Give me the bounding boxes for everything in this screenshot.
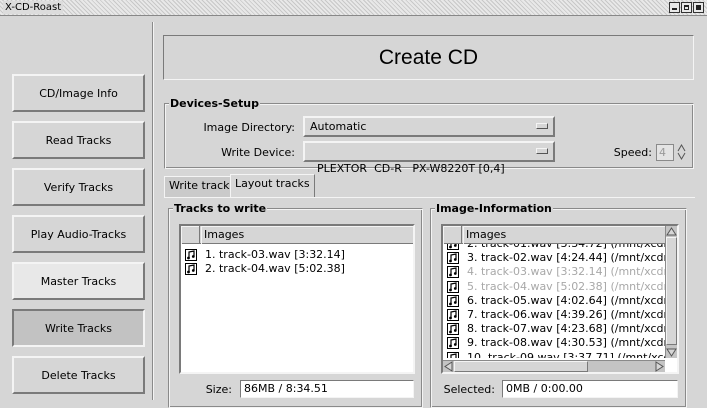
speed-input[interactable]: 4 [656,144,674,161]
image-directory-select[interactable]: Automatic [303,116,555,137]
scroll-up-icon[interactable] [666,226,677,237]
list-header-images[interactable]: Images [201,226,413,244]
track-label: 5. track-04.wav [5:02.38] (/mnt/xcdroa [467,280,665,294]
write-device-select[interactable]: PLEXTOR CD-R PX-W8220T [0,4] [303,141,555,162]
size-label: Size: [190,383,232,396]
close-icon[interactable] [693,2,704,13]
tracks-to-write-list[interactable]: Images 1. track-03.wav [3:32.14] 2. trac… [179,224,415,374]
music-note-icon [185,249,197,261]
page-header: Create CD [163,35,694,80]
scroll-down-icon[interactable] [666,347,677,358]
music-note-icon [447,352,459,358]
scroll-thumb[interactable] [454,361,588,372]
write-device-label: Write Device: [190,146,295,159]
music-note-icon [447,244,459,250]
tab-write-tracks[interactable]: Write tracks [164,176,240,197]
tab-layout-tracks[interactable]: Layout tracks [230,174,315,197]
track-label: 2. track-01.wav [3:34.72] (/mnt/xcdroa [467,244,665,251]
delete-tracks-button[interactable]: Delete Tracks [12,356,145,394]
track-label: 2. track-04.wav [5:02.38] [205,262,345,276]
selected-field[interactable]: 0MB / 0:00.00 [502,380,678,398]
scroll-thumb[interactable] [666,237,677,345]
verify-tracks-button[interactable]: Verify Tracks [12,168,145,206]
chevron-down-icon [536,123,548,129]
track-label: 9. track-08.wav [4:30.53] (/mnt/xcdroa [467,336,665,350]
music-note-icon [447,266,459,278]
chevron-down-icon [536,148,548,154]
track-label: 6. track-05.wav [4:02.64] (/mnt/xcdroa [467,294,665,308]
image-directory-label: Image Directory: [190,121,295,134]
music-note-icon [447,323,459,335]
list-header: Images [181,226,413,244]
spin-arrows-icon[interactable] [677,143,686,161]
music-note-icon [447,252,459,264]
image-directory-value: Automatic [310,120,366,133]
minimize-icon[interactable] [669,2,680,13]
size-field[interactable]: 86MB / 8:34.51 [240,380,414,398]
sidebar-divider [152,22,154,400]
maximize-icon[interactable] [681,2,692,13]
image-rows: 2. track-01.wav [3:34.72] (/mnt/xcdroa3.… [443,244,665,358]
music-note-icon [447,281,459,293]
list-header: Images [443,226,665,244]
devices-setup-label: Devices-Setup [169,97,260,110]
music-note-icon [447,295,459,307]
master-tracks-button[interactable]: Master Tracks [12,262,145,300]
write-device-value: PLEXTOR CD-R PX-W8220T [0,4] [317,162,505,175]
scroll-right-icon[interactable] [654,361,665,372]
page-title: Create CD [379,46,478,70]
read-tracks-button[interactable]: Read Tracks [12,121,145,159]
image-information-list[interactable]: Images 2. track-01.wav [3:34.72] (/mnt/x… [441,224,679,374]
music-note-icon [185,263,197,275]
window-controls [669,2,704,13]
write-tracks-button[interactable]: Write Tracks [12,309,145,347]
list-header-icon-column[interactable] [181,226,200,244]
image-information-label: Image-Information [435,202,553,215]
selected-label: Selected: [440,383,495,396]
scroll-left-icon[interactable] [443,361,454,372]
image-list-viewport: Images 2. track-01.wav [3:34.72] (/mnt/x… [443,226,665,358]
tab-panel-edge [164,197,695,198]
track-label: 1. track-03.wav [3:32.14] [205,248,345,262]
music-note-icon [447,337,459,349]
window-titlebar[interactable]: X-CD-Roast [0,0,707,16]
track-label: 3. track-02.wav [4:24.44] (/mnt/xcdroa [467,251,665,265]
track-label: 8. track-07.wav [4:23.68] (/mnt/xcdroa [467,322,665,336]
track-label: 7. track-06.wav [4:39.26] (/mnt/xcdroa [467,308,665,322]
list-header-icon-column[interactable] [443,226,462,244]
tracks-to-write-label: Tracks to write [173,202,267,215]
track-label: 10. track-09.wav [3:37.71] (/mnt/xcdroa [467,351,665,358]
list-header-images[interactable]: Images [463,226,665,244]
window-title: X-CD-Roast [3,1,63,14]
cd-image-info-button[interactable]: CD/Image Info [12,74,145,112]
music-note-icon [447,309,459,321]
play-audio-tracks-button[interactable]: Play Audio-Tracks [12,215,145,253]
track-label: 4. track-03.wav [3:32.14] (/mnt/xcdroa [467,265,665,279]
vertical-scrollbar[interactable] [665,226,677,358]
speed-label: Speed: [612,146,652,159]
horizontal-scrollbar[interactable] [443,360,665,372]
